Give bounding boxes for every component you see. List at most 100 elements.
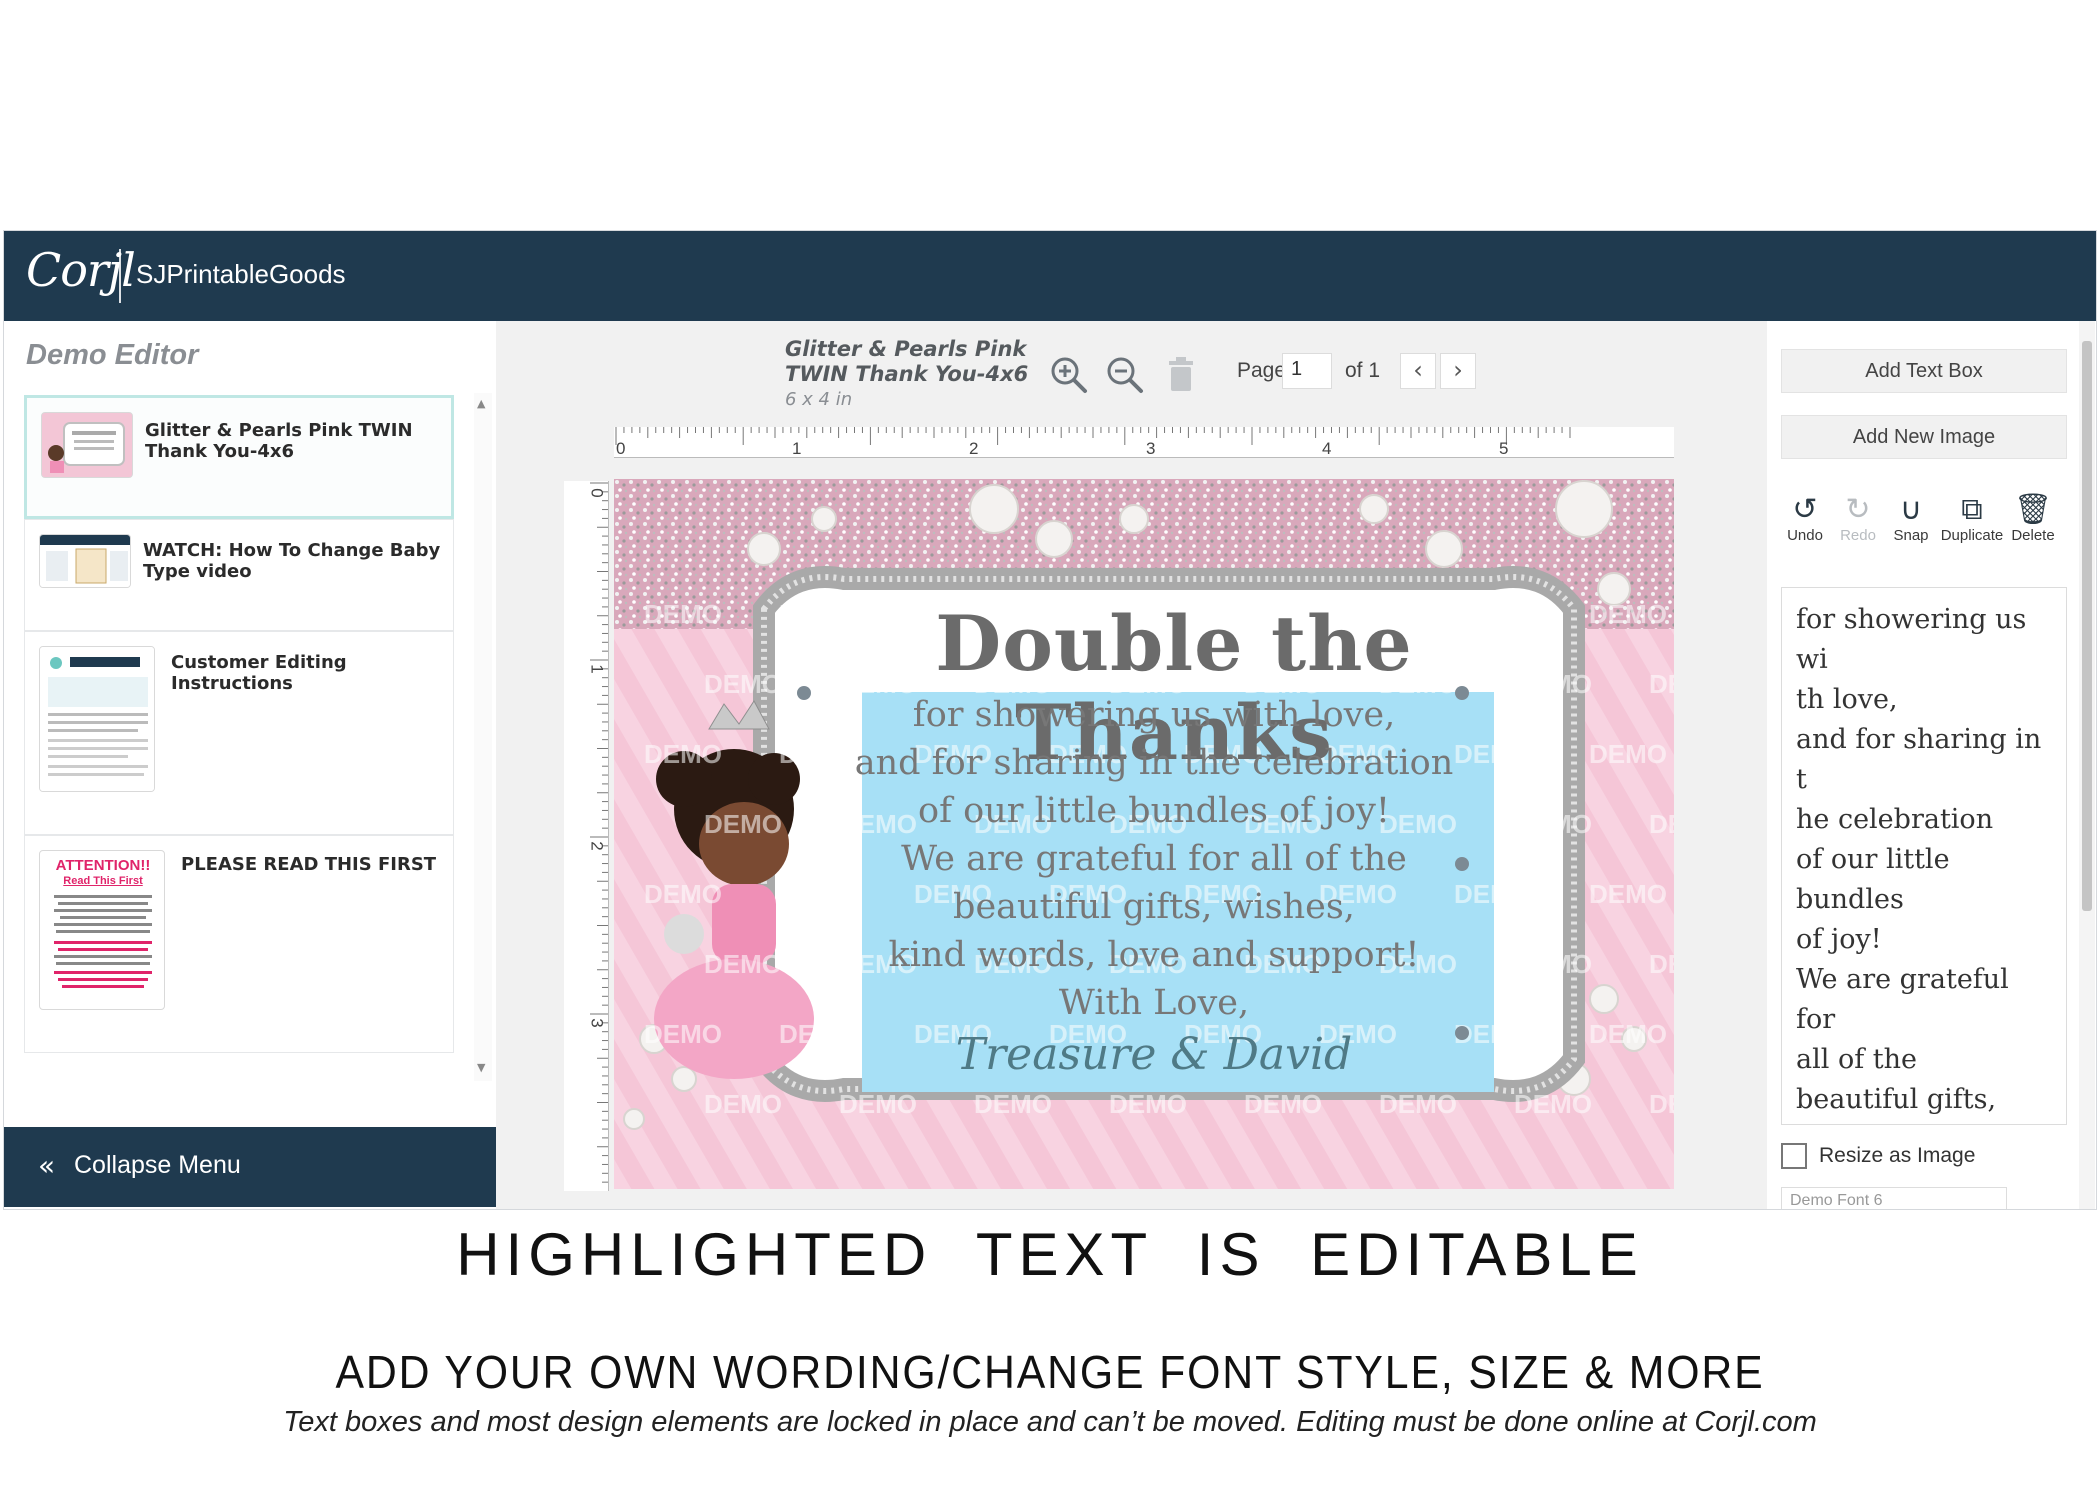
- delete-page-button[interactable]: [1161, 355, 1201, 395]
- delete-label: Delete: [2011, 527, 2055, 544]
- zoom-in-button[interactable]: [1049, 355, 1089, 395]
- magnet-icon: ∪: [1900, 493, 1922, 526]
- trash-icon: [1169, 357, 1193, 391]
- undo-button[interactable]: ↺ Undo: [1775, 493, 1835, 544]
- page-number-input[interactable]: 1: [1282, 353, 1332, 389]
- template-title: PLEASE READ THIS FIRST: [181, 854, 437, 875]
- left-panel: Demo Editor Glitter & Pearls Pink TWIN T…: [4, 321, 496, 1209]
- resize-as-image-label: Resize as Image: [1819, 1144, 1976, 1167]
- template-item-read-first[interactable]: ATTENTION!! Read This First PLEASE READ …: [24, 835, 454, 1053]
- duplicate-label: Duplicate: [1940, 527, 2004, 544]
- snap-button[interactable]: ∪ Snap: [1881, 493, 1941, 544]
- ruler-ticks: [615, 427, 1571, 445]
- demo-watermark: DEMO: [839, 1089, 917, 1119]
- collapse-menu-button[interactable]: « Collapse Menu: [4, 1127, 496, 1207]
- ruler-number: 0: [587, 488, 607, 498]
- undo-label: Undo: [1787, 527, 1823, 544]
- previous-page-button[interactable]: ‹: [1400, 353, 1436, 389]
- page-label: Page: [1237, 359, 1287, 382]
- scrollbar-thumb[interactable]: [2082, 341, 2092, 911]
- card-text-line[interactable]: We are grateful for all of the: [794, 835, 1514, 883]
- thumbnail-read-first: ATTENTION!! Read This First: [39, 850, 165, 1010]
- chevron-right-icon: ›: [1453, 356, 1463, 384]
- horizontal-ruler: 0 1 2 3 4 5: [614, 427, 1674, 458]
- vertical-ruler: 0 1 2 3: [564, 481, 609, 1191]
- ruler-number: 2: [587, 841, 607, 851]
- card-text-line[interactable]: for showering us with love,: [794, 691, 1514, 739]
- video-thumbnail-icon: [40, 535, 130, 587]
- template-item-instructions[interactable]: Customer Editing Instructions: [24, 631, 454, 835]
- left-scrollbar[interactable]: ▲ ▼: [474, 393, 492, 1081]
- selection-handle[interactable]: [1455, 686, 1469, 700]
- zoom-out-icon: [1107, 357, 1143, 393]
- ruler-number: 0: [616, 439, 626, 458]
- template-item-thank-you[interactable]: Glitter & Pearls Pink TWIN Thank You-4x6: [24, 395, 454, 519]
- document-lines-icon: [54, 895, 152, 988]
- demo-watermark: DEMO: [974, 1089, 1052, 1119]
- demo-watermark: DEMO: [644, 879, 722, 909]
- template-list: Glitter & Pearls Pink TWIN Thank You-4x6…: [24, 395, 456, 1053]
- delete-button[interactable]: 🗑 Delete: [2003, 493, 2063, 544]
- redo-label: Redo: [1840, 527, 1876, 544]
- right-scrollbar[interactable]: [2079, 321, 2095, 1209]
- logo-divider: [119, 249, 121, 303]
- demo-watermark: DEMO: [644, 739, 722, 769]
- demo-watermark: DEMO: [1244, 1089, 1322, 1119]
- duplicate-icon: ⧉: [1961, 493, 1983, 526]
- template-title: Customer Editing Instructions: [171, 652, 347, 694]
- template-item-video[interactable]: WATCH: How To Change Baby Type video: [24, 519, 454, 631]
- document-thumbnail-icon: [40, 647, 154, 791]
- demo-watermark: DEMO: [1589, 879, 1667, 909]
- demo-watermark: DEMO: [644, 1019, 722, 1049]
- selection-handle[interactable]: [797, 686, 811, 700]
- zoom-out-button[interactable]: [1105, 355, 1145, 395]
- card-signature[interactable]: Treasure & David: [794, 1029, 1514, 1080]
- ruler-number: 2: [969, 439, 979, 458]
- snap-label: Snap: [1893, 527, 1929, 544]
- top-bar: Corjl SJPrintableGoods: [4, 231, 2096, 321]
- card-text-line[interactable]: of our little bundles of joy!: [794, 787, 1514, 835]
- document-size: 6 x 4 in: [785, 389, 853, 410]
- undo-icon: ↺: [1792, 493, 1818, 526]
- chevron-left-icon: ‹: [1413, 356, 1423, 384]
- page-count: of 1: [1345, 359, 1381, 382]
- scroll-up-icon[interactable]: ▲: [477, 397, 485, 410]
- next-page-button[interactable]: ›: [1440, 353, 1476, 389]
- thumbnail-thank-you: [41, 412, 133, 478]
- design-card[interactable]: DEMO DEMO DEMO DEMO DEMO DEMO DEMO DEMO DEMO DEMO…: [614, 479, 1674, 1189]
- right-panel: Add Text Box Add New Image ↺ Undo ↻ Redo…: [1767, 321, 2096, 1209]
- demo-watermark: DEMO: [1589, 599, 1667, 629]
- card-text-line[interactable]: With Love,: [794, 979, 1514, 1027]
- ruler-ticks: [590, 482, 608, 1183]
- card-text-line[interactable]: beautiful gifts, wishes,: [794, 883, 1514, 931]
- demo-watermark: DEMO: [1649, 949, 1674, 979]
- demo-watermark: DEMO: [1514, 1089, 1592, 1119]
- template-title: Glitter & Pearls Pink TWIN Thank You-4x6: [145, 420, 413, 462]
- ruler-number: 1: [792, 439, 802, 458]
- card-text-line[interactable]: kind words, love and support!: [794, 931, 1514, 979]
- card-text-line[interactable]: and for sharing in the celebration: [794, 739, 1514, 787]
- ruler-number: 1: [587, 664, 607, 674]
- redo-button[interactable]: ↻ Redo: [1828, 493, 1888, 544]
- demo-watermark: DEMO: [1589, 1019, 1667, 1049]
- text-editor-field[interactable]: for showering us wi th love, and for sha…: [1781, 587, 2067, 1125]
- headline-caption: HIGHLIGHTED TEXT IS EDITABLE: [456, 1221, 1644, 1288]
- font-select[interactable]: Demo Font 6: [1781, 1187, 2007, 1209]
- selection-handle[interactable]: [1455, 1026, 1469, 1040]
- scroll-down-icon[interactable]: ▼: [477, 1061, 485, 1074]
- demo-watermark: DEMO: [1649, 809, 1674, 839]
- demo-watermark: DEMO: [704, 809, 782, 839]
- add-new-image-button[interactable]: Add New Image: [1781, 415, 2067, 459]
- selection-handle[interactable]: [1455, 857, 1469, 871]
- editor-window: Corjl SJPrintableGoods Demo Editor Glitt…: [3, 230, 2097, 1210]
- ruler-number: 3: [587, 1018, 607, 1028]
- add-text-box-button[interactable]: Add Text Box: [1781, 349, 2067, 393]
- canvas-area: Glitter & Pearls Pink TWIN Thank You-4x6…: [497, 321, 1767, 1209]
- duplicate-button[interactable]: ⧉ Duplicate: [1935, 493, 2009, 544]
- trash-icon: 🗑: [2013, 493, 2053, 526]
- demo-watermark: DEMO: [704, 669, 782, 699]
- resize-as-image-checkbox[interactable]: [1781, 1143, 1807, 1169]
- subhead-caption: ADD YOUR OWN WORDING/CHANGE FONT STYLE, …: [335, 1346, 1765, 1398]
- demo-watermark: DEMO: [704, 1089, 782, 1119]
- demo-watermark: DEMO: [1649, 669, 1674, 699]
